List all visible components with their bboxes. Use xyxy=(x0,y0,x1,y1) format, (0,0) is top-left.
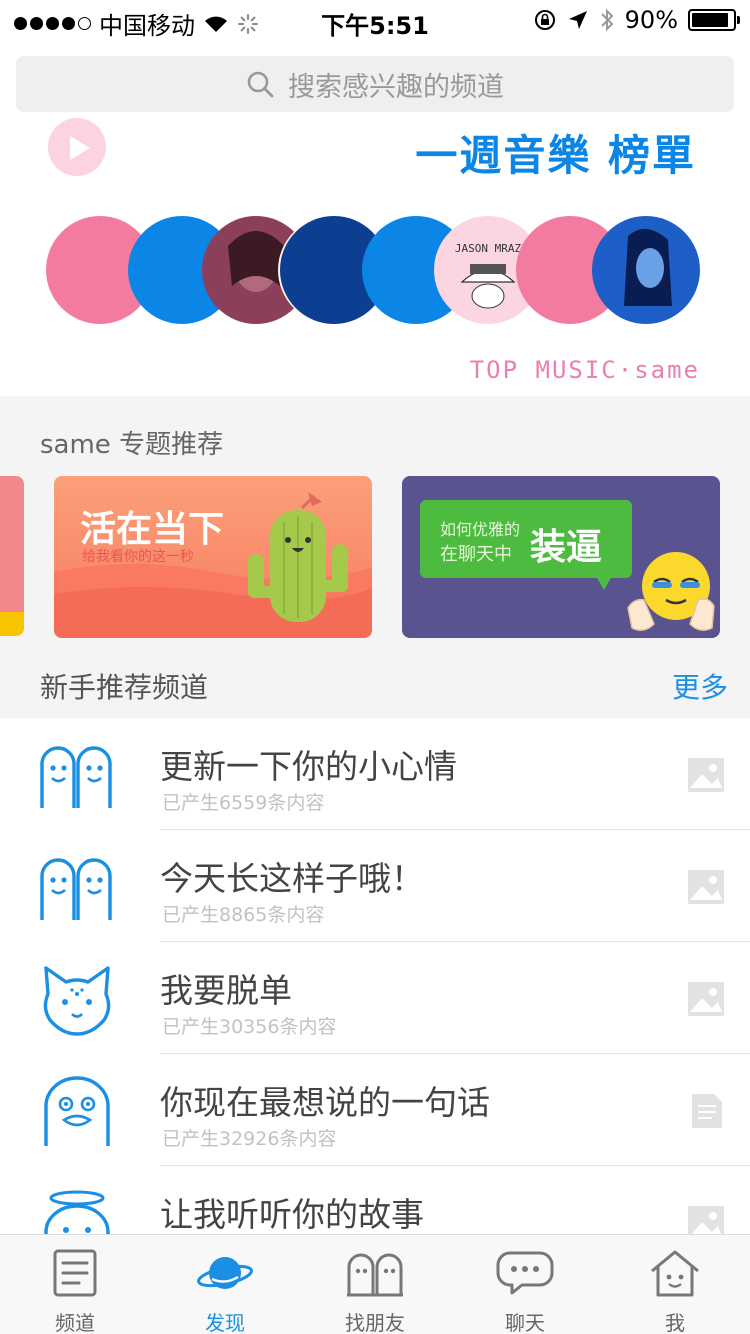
channel-name: 今天长这样子哦！ xyxy=(160,859,424,898)
card-chat-line2: 在聊天中 xyxy=(440,544,512,565)
tab-label: 找朋友 xyxy=(345,1311,405,1334)
card-live-now-subtitle: 给我看你的这一秒 xyxy=(82,549,194,565)
search-placeholder: 搜索感兴趣的频道 xyxy=(288,71,504,103)
jason-mraz-text: JASON MRAZ xyxy=(455,242,522,255)
image-thumbnail-icon xyxy=(688,870,724,904)
channel-row[interactable]: 你现在最想说的一句话 已产生32926条内容 xyxy=(0,1054,750,1166)
tab-label: 频道 xyxy=(55,1311,95,1334)
cat-face-icon xyxy=(43,966,111,1036)
channel-list-icon xyxy=(53,1249,97,1297)
image-thumbnail-icon xyxy=(688,758,724,792)
tab-label: 我 xyxy=(665,1311,685,1334)
topics-section: same 专题推荐 活在当下 给我看你的这一秒 如何优雅的 在聊天中 装逼 新手… xyxy=(0,396,750,718)
search-icon xyxy=(247,71,274,98)
tab-label: 聊天 xyxy=(505,1311,545,1334)
card-chat-line1: 如何优雅的 xyxy=(440,520,521,539)
music-banner[interactable]: 一週音樂 榜單 JASON MRAZ TOP MUSIC·same xyxy=(0,116,750,396)
channel-row[interactable]: 我要脱单 已产生30356条内容 xyxy=(0,942,750,1054)
tab-bar: 频道 发现 找朋友 聊天 我 xyxy=(0,1234,750,1334)
tab-label: 发现 xyxy=(205,1311,245,1334)
channel-name: 你现在最想说的一句话 xyxy=(160,1083,490,1122)
angel-face-icon xyxy=(44,1190,110,1234)
document-icon xyxy=(692,1094,722,1128)
channel-count: 已产生30356条内容 xyxy=(162,1016,337,1038)
smug-face-emoji-icon xyxy=(627,552,715,631)
chat-bubble-icon xyxy=(496,1251,554,1295)
channel-name: 更新一下你的小心情 xyxy=(160,747,457,786)
topic-card-peek[interactable] xyxy=(0,476,24,636)
channel-count: 已产生8865条内容 xyxy=(162,904,325,926)
channel-row[interactable]: 更新一下你的小心情 已产生6559条内容 xyxy=(0,718,750,830)
tab-discover[interactable]: 发现 xyxy=(150,1235,300,1334)
topic-card-chat-show-off[interactable]: 如何优雅的 在聊天中 装逼 xyxy=(402,476,720,638)
channel-name: 让我听听你的故事 xyxy=(160,1195,424,1234)
home-face-icon xyxy=(651,1250,699,1297)
more-link[interactable]: 更多 xyxy=(672,666,728,706)
banner-subtitle: TOP MUSIC·same xyxy=(469,356,700,384)
status-bar: 中国移动 下午5:51 90% xyxy=(0,0,750,40)
image-thumbnail-icon xyxy=(688,1206,724,1234)
cactus-icon xyxy=(248,492,348,622)
location-arrow-icon xyxy=(568,11,587,29)
channel-row[interactable]: 让我听听你的故事 xyxy=(0,1166,750,1234)
topics-title: same 专题推荐 xyxy=(40,430,224,460)
status-right: 90% xyxy=(533,6,740,34)
image-thumbnail-icon xyxy=(688,982,724,1016)
tab-me[interactable]: 我 xyxy=(600,1235,750,1334)
ghost-pair-icon xyxy=(40,746,112,808)
card-chat-highlight: 装逼 xyxy=(530,527,603,568)
find-friends-icon xyxy=(347,1253,403,1297)
battery-icon xyxy=(688,9,740,31)
banner-title: 一週音樂 榜單 xyxy=(415,131,696,180)
channel-row[interactable]: 今天长这样子哦！ 已产生8865条内容 xyxy=(0,830,750,942)
bluetooth-icon xyxy=(600,8,614,32)
tab-chat[interactable]: 聊天 xyxy=(450,1235,600,1334)
tab-find-friends[interactable]: 找朋友 xyxy=(300,1235,450,1334)
play-icon xyxy=(70,136,90,160)
channel-list: 更新一下你的小心情 已产生6559条内容 今天长这样子哦！ 已产生8865条内容 xyxy=(0,718,750,1234)
card-live-now-title: 活在当下 xyxy=(80,509,225,550)
search-bar[interactable]: 搜索感兴趣的频道 xyxy=(16,56,734,112)
duck-face-icon xyxy=(44,1076,110,1146)
tab-channels[interactable]: 频道 xyxy=(0,1235,150,1334)
topic-card-live-now[interactable]: 活在当下 给我看你的这一秒 xyxy=(54,476,372,638)
channel-count: 已产生6559条内容 xyxy=(162,792,325,814)
ghost-pair-icon xyxy=(40,858,112,920)
planet-icon xyxy=(197,1257,253,1289)
rotation-lock-icon xyxy=(534,10,555,30)
channel-count: 已产生32926条内容 xyxy=(162,1128,337,1150)
new-channels-title: 新手推荐频道 xyxy=(40,671,209,704)
channel-name: 我要脱单 xyxy=(160,971,292,1010)
album-circles: JASON MRAZ xyxy=(46,216,700,324)
battery-percent: 90% xyxy=(624,6,678,34)
card-speech-bubble: 如何优雅的 在聊天中 装逼 xyxy=(420,500,632,590)
